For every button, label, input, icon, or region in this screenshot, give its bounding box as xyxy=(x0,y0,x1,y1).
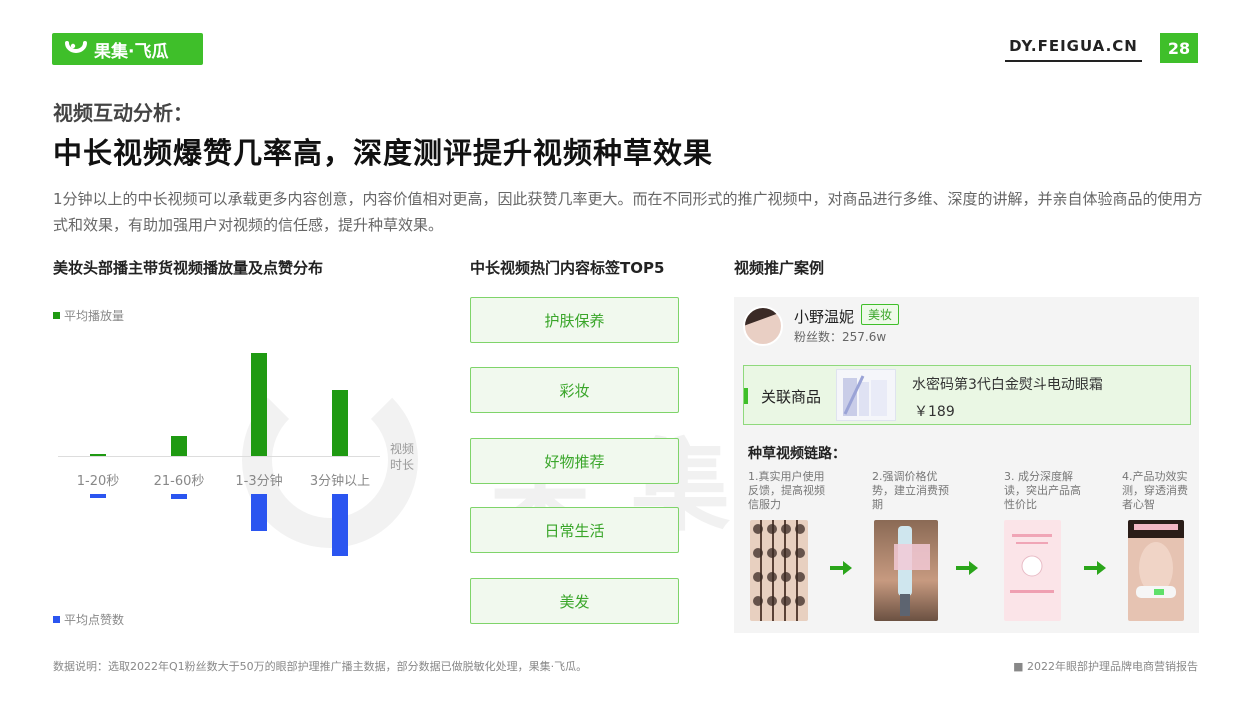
chain-step: 3. 成分深度解读，突出产品高性价比 xyxy=(1004,470,1081,511)
footer-note: 数据说明：选取2022年Q1粉丝数大于50万的眼部护理推广播主数据，部分数据已做… xyxy=(53,660,588,673)
case-card: 小野温妮 美妆 粉丝数：257.6w 关联商品 水密码第3代白金熨斗电动眼霜 ￥… xyxy=(734,297,1199,633)
brand-logo: 果集·飞瓜 xyxy=(52,33,203,65)
page-title: 中长视频爆赞几率高，深度测评提升视频种草效果 xyxy=(53,136,714,170)
video-thumbnail[interactable] xyxy=(1004,520,1061,621)
legend-likes-label: 平均点赞数 xyxy=(64,613,125,627)
section-subtitle: 视频互动分析： xyxy=(53,101,193,125)
arrow-right-icon xyxy=(830,561,852,575)
tag-item: 好物推荐 xyxy=(470,438,679,484)
related-product: 关联商品 水密码第3代白金熨斗电动眼霜 ￥189 xyxy=(743,365,1191,425)
category-badge: 美妆 xyxy=(861,304,900,325)
bar-likes xyxy=(251,494,267,531)
arrow-right-icon xyxy=(956,561,978,575)
bar-likes xyxy=(171,494,187,499)
influencer-name: 小野温妮 xyxy=(794,308,855,326)
chart-axis xyxy=(58,456,380,457)
chain-step: 1.真实用户使用反馈，提高视频信服力 xyxy=(748,470,825,511)
x-tick-label: 21-60秒 xyxy=(153,474,205,489)
bar-plays xyxy=(171,436,187,456)
tag-item: 彩妆 xyxy=(470,367,679,413)
video-thumbnail[interactable] xyxy=(874,520,938,621)
arrow-right-icon xyxy=(1084,561,1106,575)
chain-step: 2.强调价格优势，建立消费预期 xyxy=(872,470,949,511)
axis-title: 视频时长 xyxy=(390,442,415,472)
tag-item: 护肤保养 xyxy=(470,297,679,343)
accent-bar xyxy=(744,388,748,404)
footer-report: ■ 2022年眼部护理品牌电商营销报告 xyxy=(1013,660,1198,673)
tags-title: 中长视频热门内容标签TOP5 xyxy=(470,259,665,277)
chain-title: 种草视频链路： xyxy=(748,446,846,462)
page-number: 28 xyxy=(1160,33,1198,63)
legend-plays-swatch xyxy=(53,312,60,319)
video-thumbnail[interactable] xyxy=(750,520,808,621)
product-price: ￥189 xyxy=(914,404,955,420)
page-description: 1分钟以上的中长视频可以承载更多内容创意，内容价值相对更高，因此获赞几率更大。而… xyxy=(53,190,1203,234)
logo-icon xyxy=(65,41,87,53)
product-label: 关联商品 xyxy=(761,388,822,406)
legend-likes-swatch xyxy=(53,616,60,623)
fan-count: 粉丝数：257.6w xyxy=(794,330,887,344)
site-url[interactable]: DY.FEIGUA.CN xyxy=(1005,37,1142,62)
x-tick-label: 1-3分钟 xyxy=(235,474,283,489)
product-name: 水密码第3代白金熨斗电动眼霜 xyxy=(912,377,1103,393)
x-tick-label: 3分钟以上 xyxy=(309,474,371,489)
case-title: 视频推广案例 xyxy=(734,259,825,277)
logo-text: 果集·飞瓜 xyxy=(94,41,169,62)
video-thumbnail[interactable] xyxy=(1128,520,1184,621)
x-tick-label: 1-20秒 xyxy=(76,474,120,489)
bar-plays xyxy=(332,390,348,456)
chart-title: 美妆头部播主带货视频播放量及点赞分布 xyxy=(53,259,324,277)
chain-step: 4.产品功效实测，穿透消费者心智 xyxy=(1122,470,1188,511)
product-image xyxy=(836,369,896,421)
legend-plays: 平均播放量 xyxy=(53,307,124,324)
avatar xyxy=(743,306,783,346)
legend-plays-label: 平均播放量 xyxy=(64,309,125,323)
legend-likes: 平均点赞数 xyxy=(53,611,124,628)
bar-likes xyxy=(332,494,348,556)
bar-plays xyxy=(251,353,267,456)
tag-item: 日常生活 xyxy=(470,507,679,553)
tag-item: 美发 xyxy=(470,578,679,624)
bar-likes xyxy=(90,494,106,498)
bar-plays xyxy=(90,454,106,456)
